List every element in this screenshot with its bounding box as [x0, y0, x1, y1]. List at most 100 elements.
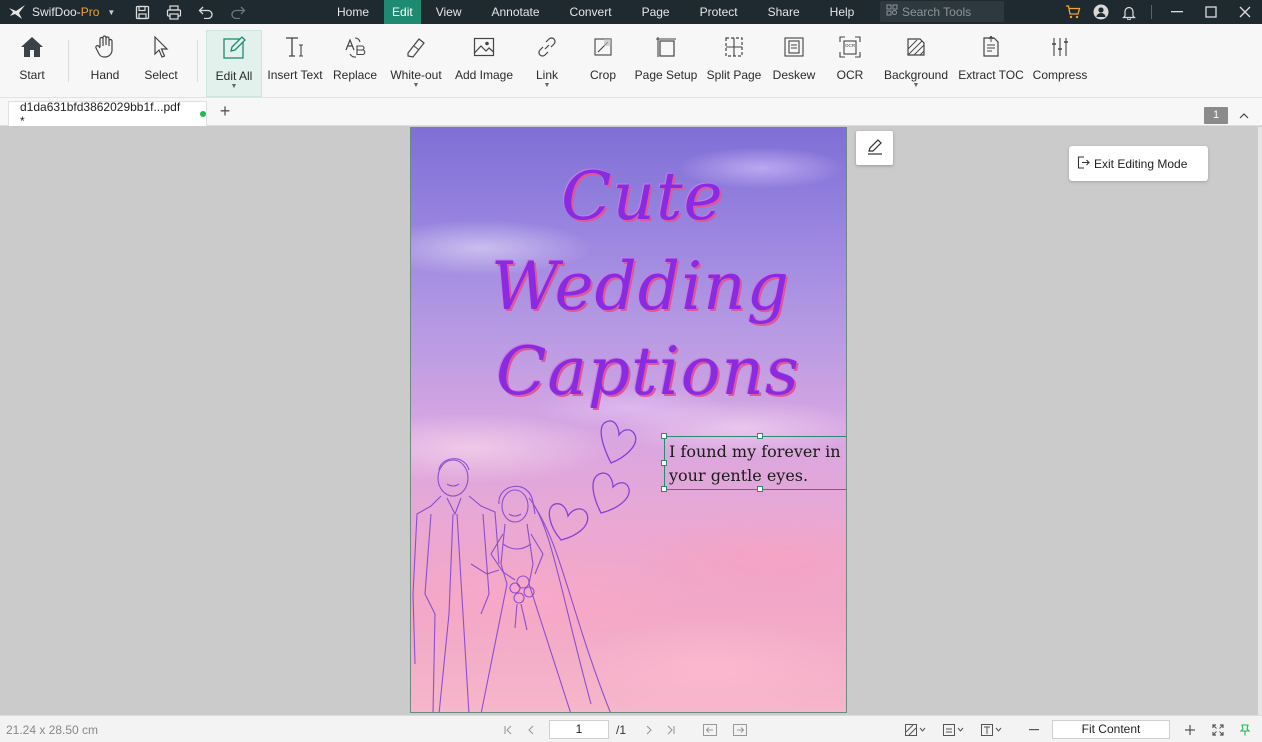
next-page-icon[interactable] [642, 723, 656, 737]
vertical-scrollbar[interactable] [1258, 127, 1262, 715]
title-line-wedding[interactable]: Wedding [491, 248, 790, 325]
edit-all-button[interactable]: Edit All ▼ [206, 30, 262, 97]
collapse-ribbon-button[interactable] [1236, 108, 1252, 124]
split-page-button[interactable]: Split Page [705, 30, 763, 96]
menu-protect[interactable]: Protect [685, 0, 753, 24]
split-page-label: Split Page [706, 68, 762, 82]
select-tool-button[interactable]: Select [140, 30, 182, 96]
start-label: Start [19, 68, 45, 82]
ocr-button[interactable]: OCR OCR [832, 30, 868, 96]
page-setup-icon [654, 35, 678, 59]
deskew-button[interactable]: Deskew [771, 30, 817, 96]
compress-button[interactable]: Compress [1031, 30, 1089, 96]
redo-icon[interactable] [228, 2, 248, 22]
pdf-page[interactable]: Cute Wedding Captions I found my forever… [410, 127, 847, 713]
previous-page-icon[interactable] [524, 723, 538, 737]
menu-convert[interactable]: Convert [555, 0, 627, 24]
title-divider [1151, 5, 1152, 19]
caption-text[interactable]: I found my forever in your gentle eyes. [669, 440, 846, 488]
exit-icon [1077, 155, 1094, 172]
extract-toc-button[interactable]: Extract TOC [957, 30, 1025, 96]
ocr-icon: OCR [838, 35, 862, 59]
last-page-icon[interactable] [664, 723, 678, 737]
start-button[interactable]: Start [10, 30, 54, 96]
chevron-down-icon[interactable]: ▼ [913, 82, 920, 89]
title-line-captions[interactable]: Captions [496, 333, 800, 410]
resize-handle-top[interactable] [757, 433, 763, 439]
search-tools-input[interactable]: Search Tools [880, 1, 1004, 22]
view-mode-icon[interactable] [904, 723, 928, 737]
app-edition: Pro [80, 5, 100, 19]
title-bar: SwifDoo- Pro ▼ Home Edit View Annotate Co… [0, 0, 1262, 24]
toolbar-divider [68, 40, 69, 82]
save-icon[interactable] [132, 2, 152, 22]
crop-button[interactable]: Crop [586, 30, 620, 96]
white-out-button[interactable]: White-out ▼ [386, 30, 446, 96]
close-icon[interactable] [1228, 0, 1262, 24]
chevron-down-icon[interactable]: ▼ [231, 83, 238, 90]
undo-icon[interactable] [196, 2, 216, 22]
user-icon[interactable] [1087, 0, 1115, 24]
menu-edit[interactable]: Edit [384, 0, 421, 24]
print-icon[interactable] [164, 2, 184, 22]
caption-text-box[interactable]: I found my forever in your gentle eyes. [661, 433, 846, 492]
zoom-level-select[interactable]: Fit Content [1052, 720, 1170, 739]
search-tools-icon [886, 4, 902, 19]
resize-handle-bottom-left[interactable] [661, 486, 667, 492]
insert-text-button[interactable]: Insert Text [266, 30, 324, 96]
page-setup-label: Page Setup [634, 68, 698, 82]
document-tab[interactable]: d1da631bfd3862029bb1f...pdf * [8, 100, 207, 128]
deskew-label: Deskew [772, 68, 816, 82]
exit-editing-mode-button[interactable]: Exit Editing Mode [1069, 146, 1208, 181]
fullscreen-icon[interactable] [1211, 723, 1225, 737]
current-page-input[interactable]: 1 [549, 720, 609, 739]
app-menu-button[interactable]: SwifDoo- Pro ▼ [0, 0, 122, 24]
minimize-icon[interactable] [1160, 0, 1194, 24]
extract-toc-icon [979, 35, 1003, 59]
chevron-down-icon[interactable]: ▼ [413, 82, 420, 89]
menu-annotate[interactable]: Annotate [477, 0, 555, 24]
add-tab-button[interactable]: + [217, 102, 233, 120]
page-layout-icon[interactable] [942, 723, 966, 737]
replace-button[interactable]: Replace [330, 30, 380, 96]
swifdoo-logo-icon [8, 4, 26, 20]
menu-view[interactable]: View [421, 0, 477, 24]
link-icon [535, 35, 559, 59]
search-placeholder: Search Tools [902, 4, 972, 19]
menu-share[interactable]: Share [753, 0, 815, 24]
menu-page[interactable]: Page [627, 0, 685, 24]
zoom-out-icon[interactable] [1027, 723, 1041, 737]
cart-icon[interactable] [1059, 0, 1087, 24]
page-dimensions: 21.24 x 28.50 cm [6, 723, 99, 737]
link-button[interactable]: Link ▼ [530, 30, 564, 96]
resize-handle-top-left[interactable] [661, 433, 667, 439]
pin-icon[interactable] [1238, 723, 1252, 737]
crop-icon [591, 35, 615, 59]
edit-toolbar: Start Hand Select Edit All ▼ Insert Text… [0, 24, 1262, 98]
resize-handle-left[interactable] [661, 460, 667, 466]
notification-bell-icon[interactable] [1115, 0, 1143, 24]
page-setup-button[interactable]: Page Setup [634, 30, 698, 96]
unsaved-indicator [200, 111, 206, 117]
svg-text:OCR: OCR [845, 43, 856, 48]
zoom-in-icon[interactable] [1183, 723, 1197, 737]
previous-view-icon[interactable] [703, 723, 717, 737]
chevron-down-icon[interactable]: ▼ [544, 82, 551, 89]
app-name: SwifDoo- [32, 5, 81, 19]
menu-home[interactable]: Home [322, 0, 384, 24]
status-bar: 21.24 x 28.50 cm 1 /1 Fit Content [0, 715, 1262, 742]
menu-help[interactable]: Help [815, 0, 870, 24]
replace-label: Replace [332, 68, 378, 82]
deskew-icon [782, 35, 806, 59]
title-line-cute[interactable]: Cute [561, 158, 724, 235]
background-button[interactable]: Background ▼ [882, 30, 950, 96]
background-label: Background [883, 68, 949, 82]
first-page-icon[interactable] [501, 723, 515, 737]
maximize-icon[interactable] [1194, 0, 1228, 24]
next-view-icon[interactable] [733, 723, 747, 737]
edit-properties-button[interactable] [856, 131, 893, 165]
resize-handle-bottom[interactable] [757, 486, 763, 492]
add-image-button[interactable]: Add Image [452, 30, 516, 96]
hand-tool-button[interactable]: Hand [84, 30, 126, 96]
text-reflow-icon[interactable] [980, 723, 1004, 737]
